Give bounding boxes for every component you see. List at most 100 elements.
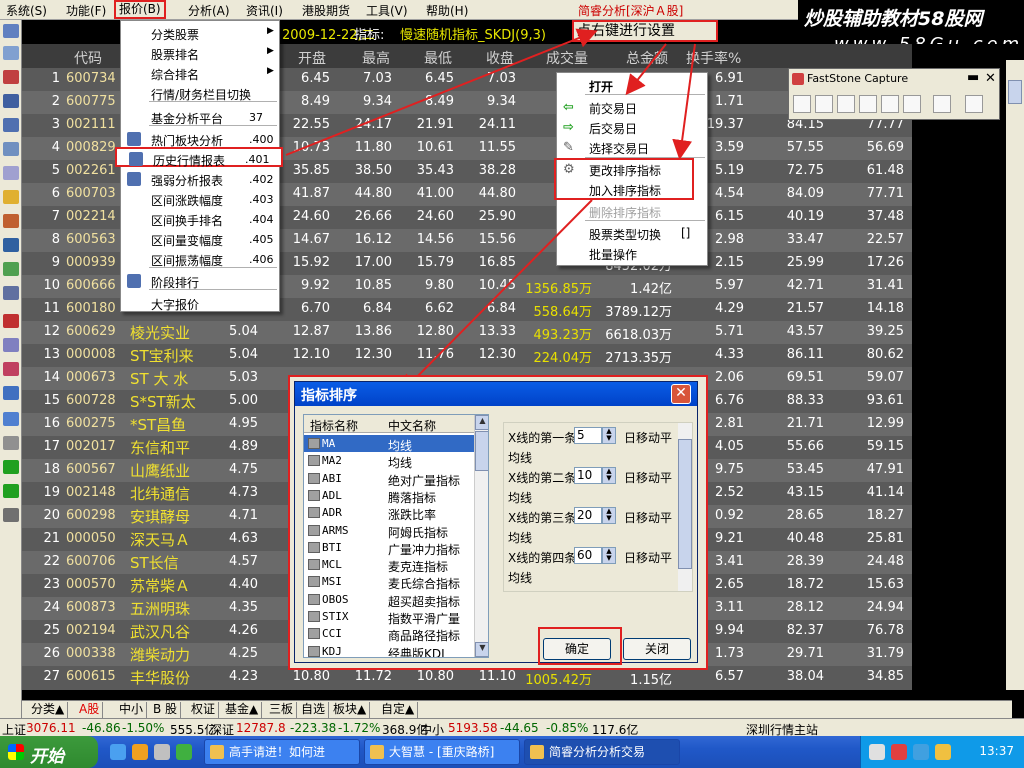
toolbar-icon[interactable] [3, 214, 19, 228]
minimize-icon[interactable]: ▬ [967, 70, 979, 85]
dropdown-item[interactable]: 区间量变幅度 .405 [121, 229, 279, 249]
indicator-list-item[interactable]: ADR 涨跌比率 [304, 504, 474, 522]
toolbar-icon[interactable] [3, 118, 19, 132]
menu-function[interactable]: 功能(F) [66, 2, 106, 19]
menu-tools[interactable]: 工具(V) [366, 2, 408, 19]
col-high[interactable]: 最高 [362, 48, 390, 68]
params-scrollbar[interactable] [678, 423, 692, 591]
tab-item[interactable]: 自定▲ [378, 702, 419, 718]
dropdown-item[interactable]: 区间涨跌幅度 .403 [121, 189, 279, 209]
dropdown-item[interactable]: 行情/财务栏目切换 [121, 83, 279, 103]
indicator-list-item[interactable]: MSI 麦氏综合指标 [304, 573, 474, 591]
close-icon[interactable]: ✕ [671, 384, 691, 404]
quicklaunch-icon[interactable] [176, 744, 192, 760]
indicator-list[interactable]: 指标名称 中文名称 ▲ ▼ MA 均线 MA2 均线 ABI 绝对广量指标 ADL 腾落指标 A… [303, 414, 489, 658]
toolbar-icon[interactable] [3, 362, 19, 376]
col-low[interactable]: 最低 [424, 48, 452, 68]
toolbar-icon[interactable] [3, 386, 19, 400]
tab-item[interactable]: 中小 [116, 702, 148, 718]
menu-help[interactable]: 帮助(H) [426, 2, 468, 19]
arrow-left-icon[interactable] [3, 460, 19, 474]
tab-item[interactable]: 三板 [266, 702, 298, 718]
context-menu-item[interactable]: 打开 [557, 75, 707, 95]
tab-item[interactable]: B 股 [150, 702, 182, 718]
tab-item[interactable]: 基金▲ [222, 702, 263, 718]
start-button[interactable]: 开始 [0, 736, 98, 768]
menu-quote[interactable]: 报价(B) [114, 0, 166, 19]
menu-hk-futures[interactable]: 港股期货 [302, 2, 350, 19]
toolbar-icon[interactable] [3, 46, 19, 60]
indicator-list-item[interactable]: MA 均线 [304, 435, 474, 453]
toolbar-icon[interactable] [3, 94, 19, 108]
indicator-list-item[interactable]: KDJ 经典版KDJ [304, 643, 474, 657]
tray-icon[interactable] [869, 744, 885, 760]
scroll-down-icon[interactable]: ▼ [475, 642, 488, 657]
dropdown-item[interactable]: 历史行情报表 .401 [115, 147, 283, 168]
tab-item[interactable]: 自选 [298, 702, 330, 718]
arrow-right-icon[interactable] [3, 484, 19, 498]
dropdown-item[interactable]: 区间换手排名 .404 [121, 209, 279, 229]
table-row[interactable]: 13 000008 ST宝利来 5.04 12.10 12.30 11.76 12.30 224… [22, 344, 912, 367]
tab-item[interactable]: A股 [76, 702, 104, 718]
capture-object-icon[interactable] [815, 95, 833, 113]
col-turnover[interactable]: 换手率% [686, 48, 741, 68]
indicator-list-item[interactable]: MA2 均线 [304, 452, 474, 470]
quicklaunch-ie-icon[interactable] [110, 744, 126, 760]
indicator-list-item[interactable]: ABI 绝对广量指标 [304, 470, 474, 488]
scroll-thumb[interactable] [1008, 80, 1022, 104]
dialog-titlebar[interactable]: 指标排序 ✕ [295, 382, 697, 406]
context-menu-item[interactable]: ⇦ 前交易日 [557, 97, 707, 117]
context-menu-item[interactable]: 批量操作 [557, 243, 707, 263]
dropdown-item[interactable]: 基金分析平台 37 [121, 107, 279, 127]
dropdown-item[interactable]: 区间振荡幅度 .406 [121, 249, 279, 269]
context-menu-item[interactable]: ✎ 选择交易日 [557, 137, 707, 157]
ma-period-input[interactable]: 20 [574, 507, 602, 524]
toolbar-icon[interactable] [3, 286, 19, 300]
dropdown-item[interactable]: 股票排名 ▶ [121, 43, 279, 63]
vertical-scrollbar[interactable] [1006, 60, 1024, 690]
spinner-icon[interactable]: ▲ ▼ [602, 547, 616, 564]
context-menu-item[interactable]: 股票类型切换 [] [557, 223, 707, 243]
context-menu-item[interactable]: ⇨ 后交易日 [557, 117, 707, 137]
dropdown-item[interactable]: 强弱分析报表 .402 [121, 169, 279, 189]
spinner-icon[interactable]: ▲ ▼ [602, 467, 616, 484]
tab-item[interactable]: 板块▲ [330, 702, 371, 718]
dropdown-item[interactable]: 综合排名 ▶ [121, 63, 279, 83]
quicklaunch-icon[interactable] [132, 744, 148, 760]
dropdown-item[interactable]: 大字报价 [121, 293, 279, 313]
col-code[interactable]: 代码 [74, 48, 102, 68]
indicator-list-item[interactable]: ADL 腾落指标 [304, 487, 474, 505]
scroll-up-icon[interactable]: ▲ [475, 415, 488, 430]
col-open[interactable]: 开盘 [298, 48, 326, 68]
close-icon[interactable]: ✕ [985, 71, 996, 86]
quicklaunch-icon[interactable] [154, 744, 170, 760]
menu-analysis[interactable]: 分析(A) [188, 2, 230, 19]
taskbar-item[interactable]: 高手请进！如何进 [204, 739, 360, 765]
indicator-list-item[interactable]: OBOS 超买超卖指标 [304, 591, 474, 609]
toolbar-icon[interactable] [3, 238, 19, 252]
toolbar-icon[interactable] [3, 166, 19, 180]
taskbar-item-active[interactable]: 简睿分析分析交易 [524, 739, 680, 765]
spinner-icon[interactable]: ▲ ▼ [602, 427, 616, 444]
settings-icon[interactable] [965, 95, 983, 113]
list-scrollbar[interactable]: ▲ ▼ [474, 415, 488, 657]
dropdown-item[interactable]: 阶段排行 [121, 271, 279, 291]
dropdown-item[interactable]: 分类股票 ▶ [121, 23, 279, 43]
capture-freehand-icon[interactable] [859, 95, 877, 113]
toolbar-icon[interactable] [3, 70, 19, 84]
menu-system[interactable]: 系统(S) [6, 2, 47, 19]
ma-period-input[interactable]: 60 [574, 547, 602, 564]
scroll-thumb[interactable] [475, 431, 488, 471]
tray-icon[interactable] [913, 744, 929, 760]
capture-fullscreen-icon[interactable] [881, 95, 899, 113]
indicator-list-item[interactable]: BTI 广量冲力指标 [304, 539, 474, 557]
col-indicator-name[interactable]: 指标名称 [310, 417, 358, 434]
tray-icon[interactable] [891, 744, 907, 760]
col-close[interactable]: 收盘 [486, 48, 514, 68]
col-chinese-name[interactable]: 中文名称 [388, 417, 436, 434]
col-volume[interactable]: 成交量 [546, 48, 588, 68]
capture-rect-icon[interactable] [837, 95, 855, 113]
ma-period-input[interactable]: 10 [574, 467, 602, 484]
toolbar-icon[interactable] [3, 142, 19, 156]
close-button[interactable]: 关闭 [623, 638, 691, 660]
